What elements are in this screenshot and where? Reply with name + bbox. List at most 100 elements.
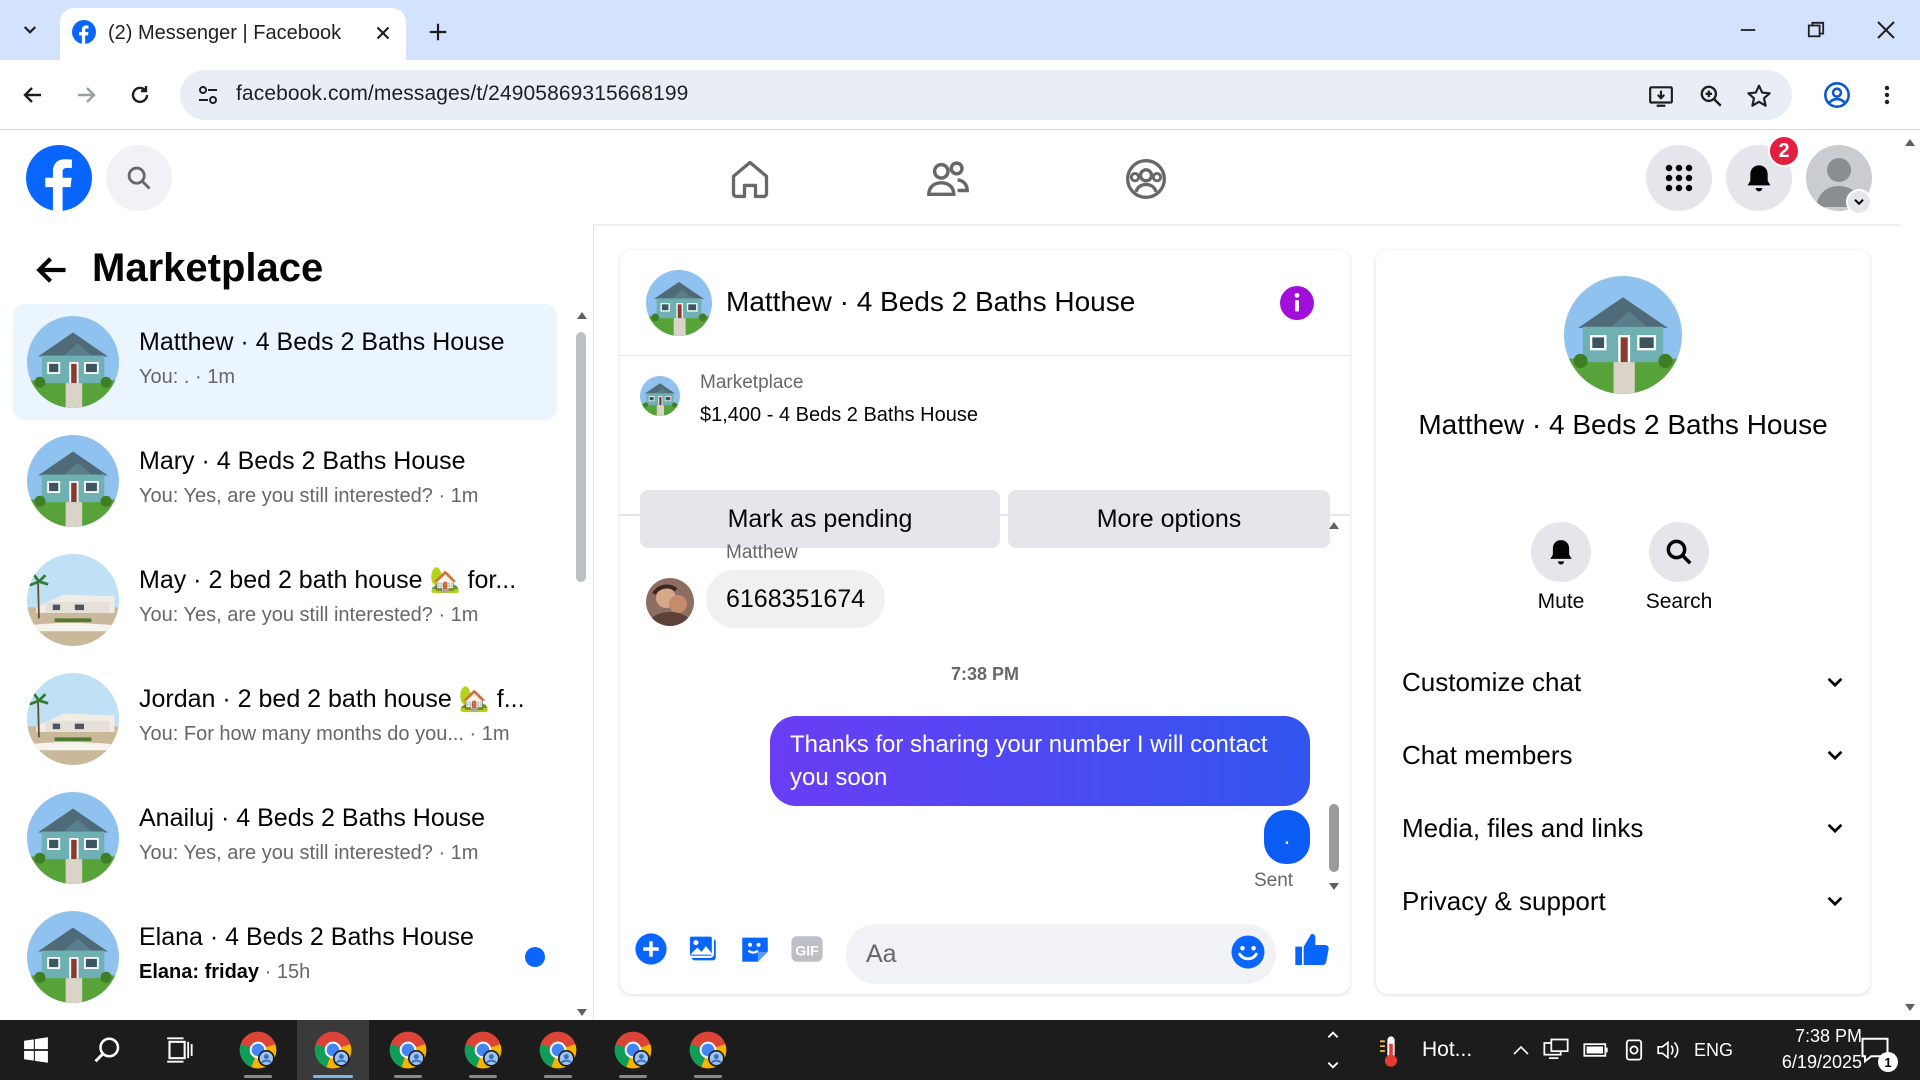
listing-price-title[interactable]: $1,400 - 4 Beds 2 Baths House	[700, 404, 978, 427]
scrollbar-thumb[interactable]	[1329, 804, 1339, 872]
facebook-favicon-icon	[72, 20, 96, 44]
incoming-message-bubble[interactable]: 6168351674	[706, 570, 886, 628]
plus-icon	[429, 23, 447, 41]
back-button[interactable]	[10, 72, 56, 118]
new-tab-button[interactable]	[420, 14, 456, 50]
plus-circle-icon[interactable]	[634, 932, 668, 966]
arrow-right-icon	[78, 87, 96, 103]
conversation-preview: You: Yes, are you still interested? · 1m	[139, 485, 479, 507]
browser-tab-active[interactable]: (2) Messenger | Facebook	[60, 8, 406, 60]
taskbar-chrome-window[interactable]	[222, 1020, 294, 1080]
restore-window-button[interactable]	[1788, 8, 1844, 52]
account-menu-caret[interactable]	[1846, 189, 1872, 215]
close-window-button[interactable]	[1858, 8, 1914, 52]
info-icon[interactable]	[1280, 286, 1314, 320]
facebook-logo-icon[interactable]	[26, 145, 92, 211]
taskbar-chrome-window[interactable]	[372, 1020, 444, 1080]
chat-title[interactable]: Matthew · 4 Beds 2 Baths House	[726, 286, 1135, 318]
more-options-button[interactable]: More options	[1008, 490, 1330, 548]
clock-date[interactable]: 6/19/2025	[1746, 1052, 1862, 1073]
scrollbar-thumb[interactable]	[576, 332, 586, 582]
forward-button[interactable]	[63, 72, 109, 118]
install-app-icon[interactable]	[1648, 83, 1674, 109]
close-tab-icon[interactable]	[372, 22, 394, 44]
conversation-item[interactable]: Matthew · 4 Beds 2 Baths House You: . · 1…	[13, 304, 557, 420]
site-settings-icon[interactable]	[196, 83, 220, 107]
message-input[interactable]	[846, 924, 1276, 984]
section-chat-members[interactable]: Chat members	[1402, 725, 1846, 785]
reload-button[interactable]	[117, 72, 163, 118]
thermometer-icon[interactable]	[1376, 1034, 1406, 1068]
section-customize-chat[interactable]: Customize chat	[1402, 652, 1846, 712]
chrome-menu-button[interactable]	[1864, 72, 1910, 118]
mute-button[interactable]	[1531, 522, 1591, 582]
nav-groups[interactable]	[1096, 149, 1196, 209]
menu-grid-button[interactable]	[1646, 145, 1712, 211]
conversation-item[interactable]: Anailuj · 4 Beds 2 Baths House You: Yes, …	[13, 780, 557, 896]
minimize-window-button[interactable]	[1720, 8, 1776, 52]
conversation-item[interactable]: Jordan · 2 bed 2 bath house 🏡 f... You: F…	[13, 661, 557, 777]
address-bar[interactable]: facebook.com/messages/t/2490586931566819…	[180, 70, 1792, 120]
outgoing-message-bubble-2[interactable]: .	[1264, 810, 1310, 864]
taskbar-chrome-window[interactable]	[672, 1020, 744, 1080]
svg-text:GIF: GIF	[795, 943, 819, 959]
sticker-icon[interactable]	[738, 932, 772, 966]
bookmark-star-icon[interactable]	[1746, 83, 1772, 109]
info-thumbnail[interactable]	[1564, 276, 1682, 394]
volume-icon[interactable]	[1656, 1038, 1682, 1062]
search-in-chat-button[interactable]	[1649, 522, 1709, 582]
chat-scrollbar[interactable]	[1326, 520, 1342, 892]
device-icon[interactable]	[1622, 1038, 1646, 1062]
taskbar-search-button[interactable]	[72, 1020, 144, 1080]
scroll-up-icon[interactable]	[1328, 520, 1340, 530]
section-media-files-links[interactable]: Media, files and links	[1402, 798, 1846, 858]
network-icon[interactable]	[1542, 1038, 1570, 1062]
scroll-down-icon[interactable]	[1328, 882, 1340, 892]
taskbar-chrome-window[interactable]	[597, 1020, 669, 1080]
weather-label[interactable]: Hot...	[1422, 1038, 1472, 1062]
chrome-icon	[464, 1031, 502, 1069]
back-arrow-icon[interactable]	[34, 252, 70, 288]
outgoing-message-bubble[interactable]: Thanks for sharing your number I will co…	[770, 716, 1310, 806]
conversation-list-scrollbar[interactable]	[576, 310, 588, 1018]
scroll-down-icon[interactable]	[1904, 1003, 1916, 1013]
clock-time[interactable]: 7:38 PM	[1746, 1026, 1862, 1047]
conversation-name: Elana · 4 Beds 2 Baths House	[139, 923, 474, 951]
show-hidden-icons-icon[interactable]	[1510, 1040, 1532, 1060]
chevron-down-icon[interactable]	[1326, 1058, 1340, 1072]
zoom-icon[interactable]	[1698, 83, 1724, 109]
taskbar-chrome-window[interactable]	[522, 1020, 594, 1080]
chrome-profile-button[interactable]	[1814, 72, 1860, 118]
conversation-preview-sender: Elana: friday	[139, 961, 260, 983]
gif-icon[interactable]: GIF	[790, 932, 824, 966]
mark-as-pending-button[interactable]: Mark as pending	[640, 490, 1000, 548]
listing-thumbnail[interactable]	[640, 376, 680, 416]
taskbar-chrome-window[interactable]	[447, 1020, 519, 1080]
chevron-up-icon[interactable]	[1326, 1028, 1340, 1042]
listing-banner: Marketplace $1,400 - 4 Beds 2 Baths Hous…	[620, 356, 1350, 548]
taskbar-chrome-window[interactable]	[297, 1020, 369, 1080]
page-scrollbar[interactable]	[1900, 131, 1920, 1020]
sent-status: Sent	[1254, 870, 1294, 891]
tab-search-button[interactable]	[10, 10, 50, 50]
task-view-button[interactable]	[144, 1020, 216, 1080]
nav-home[interactable]	[700, 149, 800, 209]
conversation-item[interactable]: Elana · 4 Beds 2 Baths House Elana: frida…	[13, 899, 557, 1015]
scroll-down-icon[interactable]	[576, 1008, 588, 1018]
chat-thumbnail[interactable]	[646, 270, 712, 336]
emoji-icon[interactable]	[1230, 934, 1266, 970]
facebook-search-button[interactable]	[106, 145, 172, 211]
photo-gallery-icon[interactable]	[686, 932, 720, 966]
conversation-item[interactable]: Mary · 4 Beds 2 Baths House You: Yes, are…	[13, 423, 557, 539]
section-privacy-support[interactable]: Privacy & support	[1402, 871, 1846, 931]
thumbs-up-icon[interactable]	[1292, 930, 1332, 970]
battery-icon[interactable]	[1582, 1038, 1610, 1062]
sender-avatar[interactable]	[646, 578, 694, 626]
scroll-up-icon[interactable]	[576, 310, 588, 320]
account-circle-icon	[1824, 82, 1850, 108]
language-indicator[interactable]: ENG	[1694, 1040, 1733, 1061]
nav-friends[interactable]	[898, 149, 998, 209]
conversation-item[interactable]: May · 2 bed 2 bath house 🏡 for... You: Ye…	[13, 542, 557, 658]
start-button[interactable]	[0, 1020, 72, 1080]
scroll-up-icon[interactable]	[1904, 137, 1916, 147]
